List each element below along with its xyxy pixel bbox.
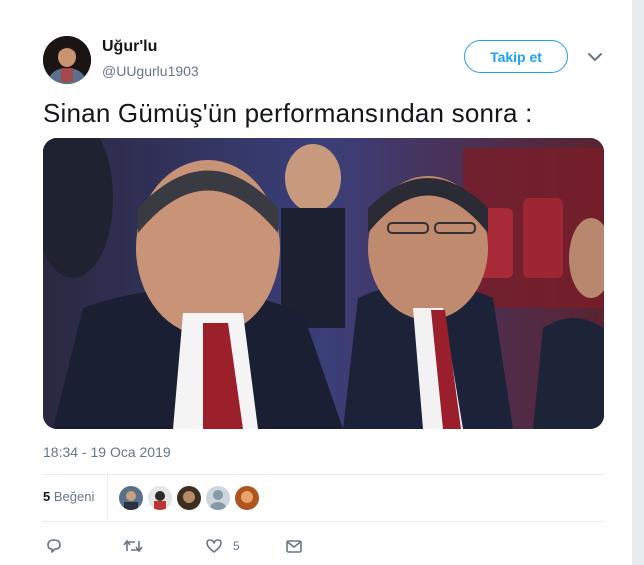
- follow-button[interactable]: Takip et: [464, 40, 568, 73]
- tweet-photo[interactable]: [43, 138, 604, 429]
- direct-message-button[interactable]: [285, 537, 303, 555]
- retweet-icon: [123, 539, 143, 553]
- divider: [43, 521, 604, 522]
- liker-avatar[interactable]: [235, 486, 259, 510]
- like-button[interactable]: 5: [205, 537, 240, 555]
- caret-down-icon[interactable]: [586, 50, 604, 64]
- reply-button[interactable]: [45, 537, 63, 555]
- likes-count: 5: [43, 489, 51, 504]
- stat-separator: [107, 475, 108, 520]
- retweet-button[interactable]: [123, 537, 143, 555]
- display-name[interactable]: Uğur'lu: [102, 38, 157, 56]
- liker-avatar[interactable]: [206, 486, 230, 510]
- liker-avatar[interactable]: [177, 486, 201, 510]
- user-handle[interactable]: @UUgurlu1903: [102, 63, 199, 79]
- tweet-card: Uğur'lu @UUgurlu1903 Takip et Sinan Gümü…: [0, 0, 633, 565]
- likes-label: Beğeni: [53, 489, 95, 504]
- tweet-timestamp[interactable]: 18:34 - 19 Oca 2019: [43, 444, 171, 460]
- divider: [43, 474, 604, 475]
- likes-stat[interactable]: 5 Beğeni: [43, 489, 94, 504]
- avatar[interactable]: [43, 36, 91, 84]
- liker-avatar[interactable]: [119, 486, 143, 510]
- reply-icon: [47, 539, 61, 553]
- liker-avatar[interactable]: [148, 486, 172, 510]
- tweet-text: Sinan Gümüş'ün performansından sonra :: [43, 98, 533, 128]
- envelope-icon: [286, 540, 302, 553]
- like-count: 5: [233, 539, 240, 553]
- heart-icon: [206, 539, 222, 553]
